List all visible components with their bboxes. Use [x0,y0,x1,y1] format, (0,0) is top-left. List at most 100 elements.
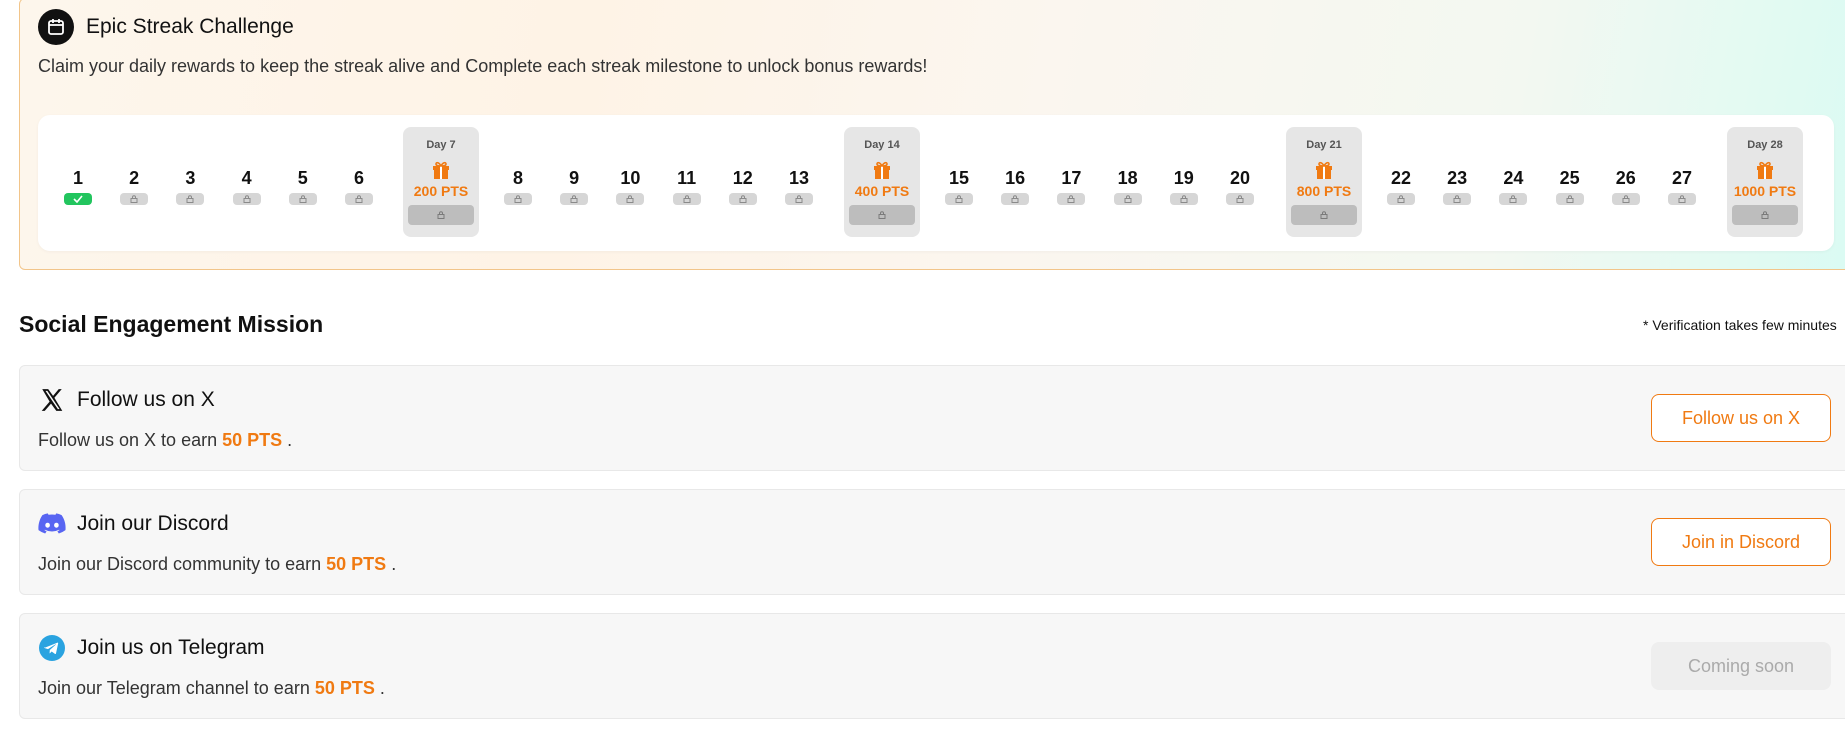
day-number: 6 [353,168,364,188]
telegram-icon [38,634,66,662]
day-number: 26 [1615,168,1636,188]
day-number: 25 [1559,168,1580,188]
day-number: 9 [569,168,580,188]
lock-icon [1761,211,1769,219]
lock-icon [1443,193,1472,205]
lock-icon [437,211,445,219]
gift-icon [872,160,892,180]
mission-title: Follow us on X [77,388,215,411]
streak-track: 1 2 3 4 5 6 8 9 10 11 12 13 15 16 17 18 19 20 22 23 24 25 26 27… [38,115,1834,251]
lock-icon [1226,193,1254,205]
mission-desc-text: Join our Discord community to earn [38,554,322,574]
lock-icon [504,193,532,205]
day-6: 6 [339,167,379,205]
lock-icon [1387,193,1415,205]
lock-icon [728,193,757,205]
day-24: 24 [1493,167,1533,205]
x-logo-icon [38,386,66,414]
lock-icon [1113,193,1142,205]
milestone-claim-locked[interactable] [849,205,915,225]
streak-header: Epic Streak Challenge [38,9,294,45]
mission-head: Join our Discord [38,510,229,538]
day-number: 5 [297,168,308,188]
lock-icon [1555,193,1584,205]
day-number: 12 [732,168,753,188]
lock-icon [176,193,205,205]
gift-icon [1314,160,1334,180]
day-number: 2 [129,168,140,188]
mission-title: Join our Discord [77,512,229,535]
day-number: 11 [677,168,697,188]
mission-description: Join our Discord community to earn 50 PT… [38,554,396,575]
day-number: 19 [1173,168,1194,188]
day-9: 9 [554,167,594,205]
coming-soon-button[interactable]: Coming soon [1651,642,1831,690]
streak-description: Claim your daily rewards to keep the str… [38,56,928,76]
milestone-card: Day 21 800 PTS [1286,127,1362,237]
day-number: 15 [948,168,970,188]
mission-desc-text: Join our Telegram channel to earn [38,678,310,698]
day-number: 17 [1061,168,1082,188]
day-number: 23 [1447,168,1468,188]
day-15: 15 [939,167,979,205]
milestone-label: Day 7 [426,139,456,151]
mission-join-discord: Join our Discord Join our Discord commun… [19,489,1845,595]
milestone-label: Day 14 [864,139,900,151]
lock-icon [560,193,589,205]
milestone-points: 1000 PTS [1733,183,1797,199]
mission-head: Join us on Telegram [38,634,265,662]
day-25: 25 [1550,167,1590,205]
streak-title: Epic Streak Challenge [86,15,294,38]
verification-note: * Verification takes few minutes [1643,317,1837,333]
lock-icon [1057,193,1086,205]
mission-join-telegram: Join us on Telegram Join our Telegram ch… [19,613,1845,719]
day-27: 27 [1662,167,1702,205]
milestone-card: Day 28 1000 PTS [1727,127,1803,237]
mission-description: Join our Telegram channel to earn 50 PTS… [38,678,385,699]
social-section-title: Social Engagement Mission [19,311,324,337]
day-number: 16 [1005,168,1026,188]
mission-desc-text: Follow us on X to earn [38,430,218,450]
milestone-card: Day 7 200 PTS [403,127,479,237]
follow-x-button[interactable]: Follow us on X [1651,394,1831,442]
day-number: 3 [185,168,196,188]
mission-desc-suffix: . [391,554,397,574]
lock-icon [1320,211,1328,219]
milestone-claim-locked[interactable] [1732,205,1798,225]
day-number: 24 [1503,168,1524,188]
day-12: 12 [723,167,763,205]
day-10: 10 [610,167,650,205]
mission-points: 50 PTS [314,678,375,698]
day-16: 16 [995,167,1035,205]
milestone-points: 200 PTS [413,183,469,199]
day-20: 20 [1220,167,1260,205]
gift-icon [1755,160,1775,180]
day-number: 10 [620,168,641,188]
lock-icon [878,211,886,219]
milestone-label: Day 28 [1747,139,1783,151]
day-number: 27 [1671,168,1693,188]
lock-icon [672,193,701,205]
milestone-claim-locked[interactable] [408,205,474,225]
day-1: 1 [58,167,98,205]
check-icon [64,193,92,205]
mission-follow-x: Follow us on X Follow us on X to earn 50… [19,365,1845,471]
lock-icon [785,193,813,205]
lock-icon [120,193,149,205]
milestone-claim-locked[interactable] [1291,205,1357,225]
milestone-label: Day 21 [1306,139,1342,151]
discord-icon [38,510,66,538]
lock-icon [1001,193,1030,205]
day-18: 18 [1108,167,1148,205]
day-2: 2 [114,167,154,205]
day-19: 19 [1164,167,1204,205]
day-number: 22 [1390,168,1412,188]
lock-icon [1499,193,1528,205]
day-8: 8 [498,167,538,205]
milestone-card: Day 14 400 PTS [844,127,920,237]
day-number: 1 [72,168,83,188]
lock-icon [288,193,317,205]
join-discord-button[interactable]: Join in Discord [1651,518,1831,566]
day-3: 3 [170,167,210,205]
lock-icon [232,193,261,205]
